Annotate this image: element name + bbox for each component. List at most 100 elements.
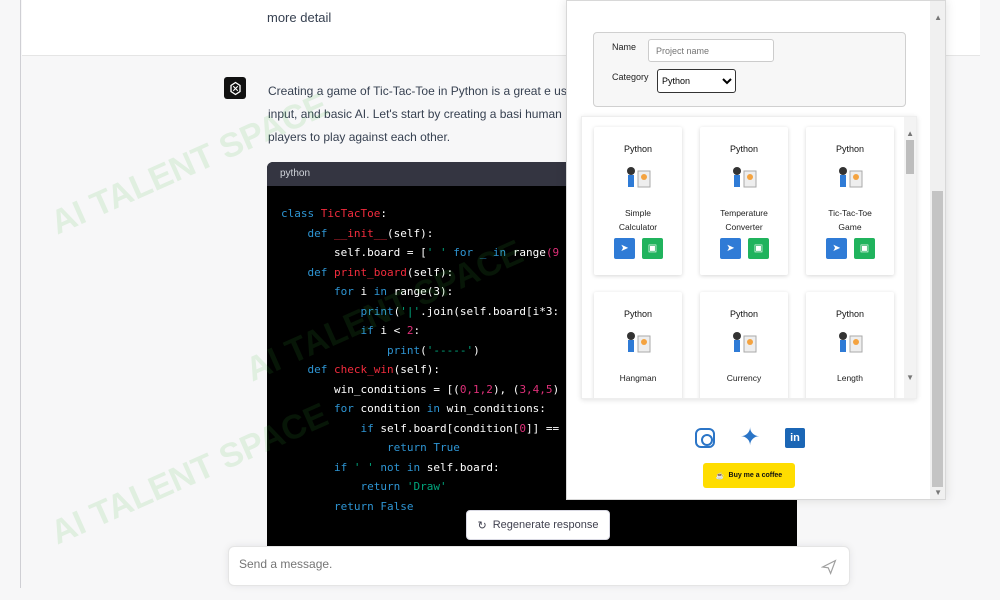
card-category: Python	[623, 309, 653, 319]
card-action-buttons: ➤ ▣	[720, 238, 769, 259]
code-token: self.board[condition[	[380, 421, 520, 435]
code-token: True	[433, 441, 460, 454]
message-input[interactable]	[239, 557, 799, 571]
popup-scrollbar[interactable]: ▲ ▼	[930, 1, 945, 499]
code-token: '-----'	[426, 343, 474, 357]
card-category: Python	[623, 144, 653, 154]
linkedin-icon[interactable]: in	[784, 428, 805, 448]
code-token: range(3):	[393, 285, 454, 298]
category-select[interactable]: Python	[657, 69, 736, 93]
code-token: def	[281, 226, 334, 240]
regenerate-response-button[interactable]: ↻ Regenerate response	[466, 510, 610, 540]
code-token: (self):	[386, 226, 434, 240]
scroll-up-arrow-icon[interactable]: ▲	[934, 13, 942, 22]
card-title: Simple Calculator	[618, 208, 658, 232]
copy-icon[interactable]: ▣	[642, 238, 663, 259]
cloud-thermometer-icon	[727, 163, 761, 195]
code-token: ' '	[426, 246, 447, 259]
card-category: Python	[729, 309, 759, 319]
buy-me-a-coffee-button[interactable]: ☕ Buy me a coffee	[703, 463, 795, 488]
code-token: def	[281, 265, 334, 279]
copy-icon[interactable]: ▣	[854, 238, 875, 259]
card-title: Length	[837, 373, 863, 383]
grid-scroll-up-icon[interactable]: ▲	[906, 129, 914, 138]
message-input-container[interactable]	[228, 546, 850, 586]
phone-length-icon	[833, 328, 867, 360]
card-action-buttons: ➤ ▣	[826, 238, 875, 259]
code-token: )	[552, 382, 560, 396]
code-token: print	[281, 304, 394, 318]
project-card[interactable]: Python Tic-Tac-Toe Game ➤ ▣	[806, 127, 894, 275]
code-token: def	[281, 363, 334, 376]
project-card[interactable]: Python Temperature Converter ➤ ▣	[700, 127, 788, 275]
code-token: (	[420, 343, 427, 357]
code-token: (self):	[406, 265, 454, 279]
category-label: Category	[612, 72, 649, 82]
card-grid-scrollbar[interactable]: ▲ ▼	[904, 117, 916, 398]
code-token: for _ in	[446, 246, 513, 259]
code-token: '|'	[400, 304, 421, 318]
code-token: range	[512, 246, 546, 259]
code-token: if	[281, 460, 354, 474]
social-links: ✦ in	[695, 426, 805, 450]
code-token: print_board	[333, 265, 407, 279]
card-title: Temperature Converter	[720, 208, 768, 232]
left-border	[20, 0, 21, 588]
code-token: self.board = [	[281, 246, 427, 259]
code-token: return	[281, 480, 407, 493]
code-token: if	[281, 324, 381, 337]
twitter-icon[interactable]: ✦	[740, 426, 760, 450]
project-card[interactable]: Python Currency	[700, 292, 788, 398]
code-token: return	[281, 499, 381, 513]
code-token: i <	[380, 324, 407, 337]
project-card-grid: ▲ ▼ Python Simple Calculator ➤ ▣ Python Tempe…	[581, 116, 917, 399]
card-category: Python	[835, 309, 865, 319]
card-title: Hangman	[619, 373, 657, 383]
code-token: False	[380, 499, 414, 513]
assistant-avatar	[224, 77, 246, 99]
person-calculator-icon	[621, 163, 655, 195]
project-card[interactable]: Python Length	[806, 292, 894, 398]
code-token: win_conditions = [(	[281, 382, 460, 396]
game-controller-icon	[833, 163, 867, 195]
send-icon[interactable]: ➤	[614, 238, 635, 259]
coffee-cup-icon: ☕	[715, 472, 725, 480]
send-icon[interactable]	[821, 559, 837, 575]
code-token: check_win	[333, 363, 394, 376]
scroll-down-arrow-icon[interactable]: ▼	[934, 488, 942, 497]
code-token: (9	[545, 246, 560, 259]
refresh-icon: ↻	[477, 519, 487, 532]
code-token: ]] ==	[526, 421, 560, 435]
code-token: for	[281, 402, 361, 415]
code-token: ' '	[353, 460, 374, 474]
hangman-icon	[621, 328, 655, 360]
grid-scroll-down-icon[interactable]: ▼	[906, 373, 914, 382]
code-token: :	[380, 207, 387, 220]
project-card[interactable]: Python Hangman	[594, 292, 682, 398]
project-card[interactable]: Python Simple Calculator ➤ ▣	[594, 127, 682, 275]
code-token: condition	[360, 402, 427, 415]
code-token: in	[373, 285, 394, 298]
send-icon[interactable]: ➤	[826, 238, 847, 259]
code-token: )	[473, 343, 480, 357]
project-selector-popup: ▲ ▼ Name Category Python ▲ ▼ Python Simpl…	[566, 0, 946, 500]
code-token: win_conditions:	[446, 402, 546, 415]
code-token: return	[281, 441, 434, 454]
currency-icon	[727, 328, 761, 360]
send-icon[interactable]: ➤	[720, 238, 741, 259]
code-token: ), (	[492, 382, 520, 396]
code-token: (self):	[393, 363, 440, 376]
card-action-buttons: ➤ ▣	[614, 238, 663, 259]
instagram-icon[interactable]	[695, 428, 715, 448]
code-token: .join(self.board[i*3:	[420, 304, 560, 318]
project-name-input[interactable]	[648, 39, 774, 62]
regenerate-label: Regenerate response	[492, 519, 599, 531]
code-token: for	[281, 285, 361, 298]
screenshot-root: more detail Creating a game of Tic-Tac-T…	[0, 0, 1000, 600]
code-token: class	[281, 207, 321, 220]
assistant-answer: Creating a game of Tic-Tac-Toe in Python…	[268, 84, 578, 144]
grid-scroll-thumb[interactable]	[906, 140, 914, 174]
popup-scroll-thumb[interactable]	[932, 191, 943, 487]
card-category: Python	[729, 144, 759, 154]
copy-icon[interactable]: ▣	[748, 238, 769, 259]
